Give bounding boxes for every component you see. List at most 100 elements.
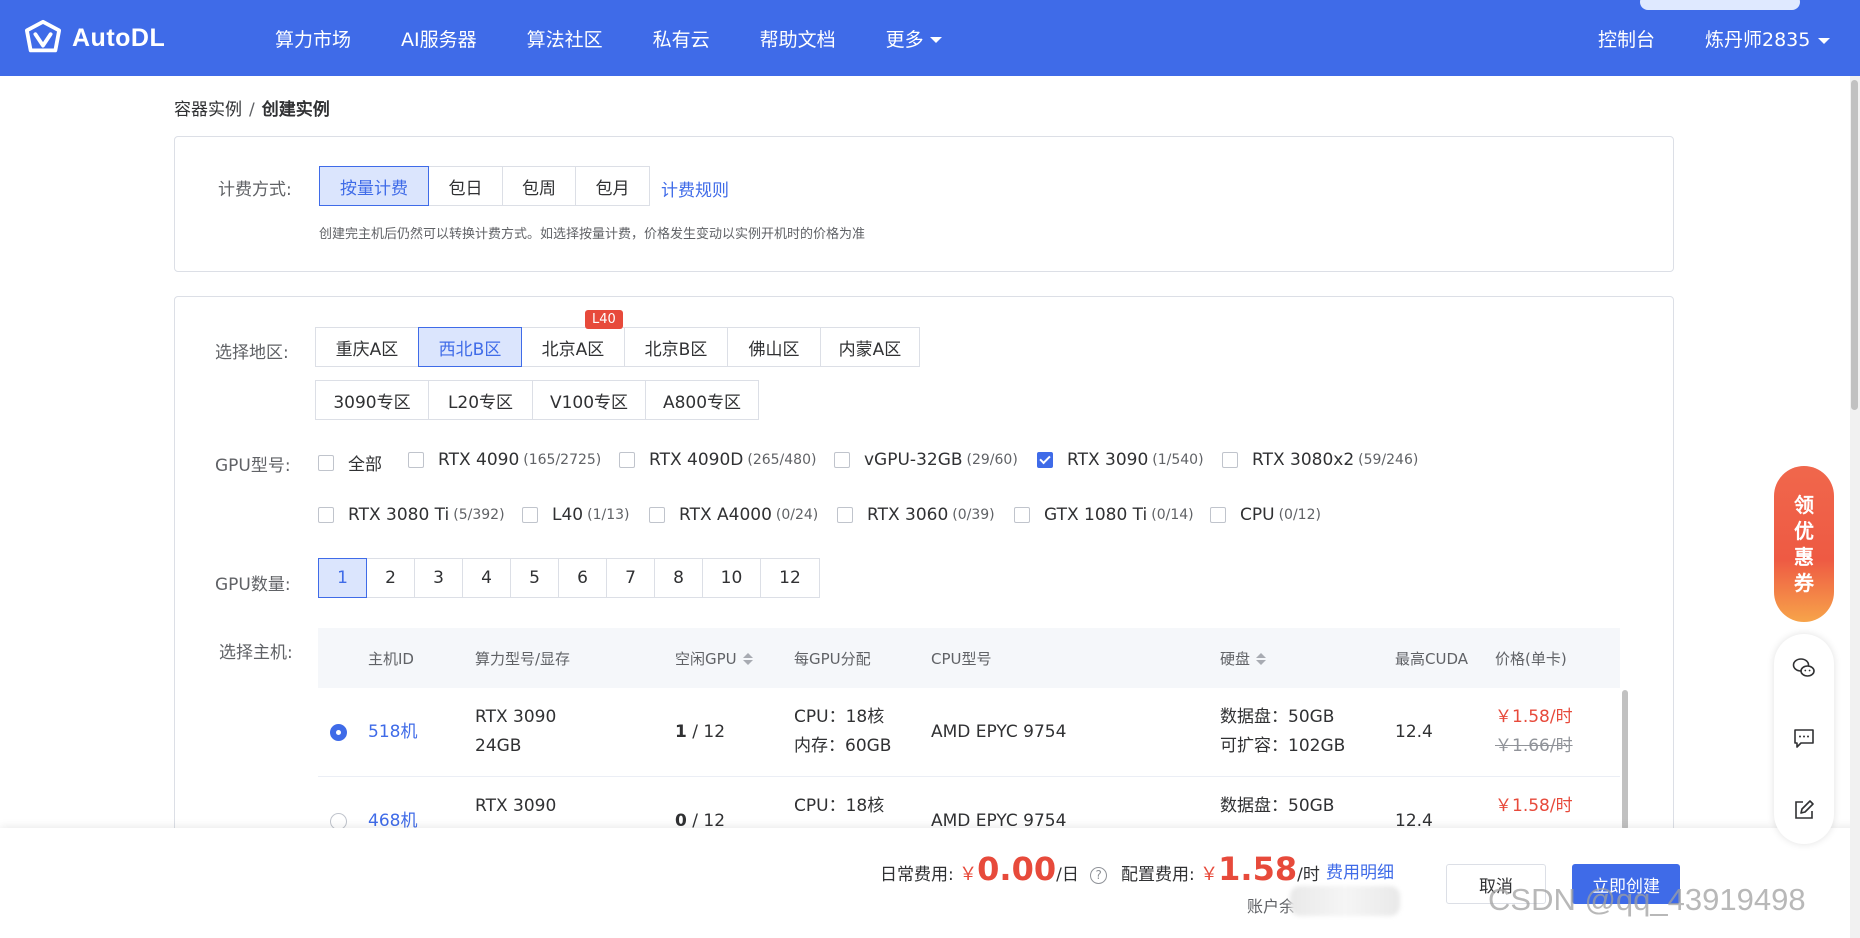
fee-detail-link[interactable]: 费用明细 <box>1326 858 1394 883</box>
edit-feedback-icon[interactable] <box>1792 798 1816 822</box>
billing-rules-link[interactable]: 计费规则 <box>661 176 729 201</box>
host-radio-selected[interactable] <box>330 724 347 741</box>
gpu-count-1[interactable]: 1 <box>318 558 367 598</box>
region-v100-zone[interactable]: V100专区 <box>532 380 646 420</box>
gpu-count-options: 1 2 3 4 5 6 7 8 10 12 <box>318 558 820 598</box>
nav-ai-server[interactable]: AI服务器 <box>401 25 477 52</box>
gpu-count-label: GPU数量: <box>215 575 291 595</box>
gpu-count-7[interactable]: 7 <box>606 558 655 598</box>
table-scrollbar[interactable] <box>1622 690 1628 830</box>
gpu-option-gtx1080ti[interactable]: GTX 1080 Ti (0/14) <box>1014 505 1194 525</box>
checkbox[interactable] <box>619 452 635 468</box>
checkbox[interactable] <box>837 507 853 523</box>
page-scrollbar-thumb[interactable] <box>1851 80 1858 410</box>
gpu-option-rtx3080ti[interactable]: RTX 3080 Ti (5/392) <box>318 505 505 525</box>
region-neimeng-a[interactable]: 内蒙A区 <box>820 327 920 367</box>
gpu-name: RTX 3060 <box>867 505 949 525</box>
gpu-option-all[interactable]: 全部 <box>318 450 382 475</box>
config-fee-unit: /时 <box>1297 865 1320 885</box>
checkbox[interactable] <box>522 507 538 523</box>
checkbox[interactable] <box>318 507 334 523</box>
user-menu[interactable]: 炼丹师2835 <box>1705 25 1830 52</box>
col-free-gpu[interactable]: 空闲GPU <box>675 648 753 669</box>
message-icon[interactable] <box>1792 726 1816 750</box>
gpu-option-rtx4090[interactable]: RTX 4090 (165/2725) <box>408 450 601 470</box>
gpu-option-rtx3090[interactable]: RTX 3090 (1/540) <box>1037 450 1204 470</box>
checkbox[interactable] <box>1222 452 1238 468</box>
col-cpu-model: CPU型号 <box>931 650 992 668</box>
checkbox[interactable] <box>408 452 424 468</box>
col-model: 算力型号/显存 <box>475 650 571 668</box>
gpu-count: (1/540) <box>1152 452 1204 468</box>
checkbox[interactable] <box>1210 507 1226 523</box>
gpu-option-rtx3060[interactable]: RTX 3060 (0/39) <box>837 505 995 525</box>
host-cpu-model: AMD EPYC 9754 <box>931 722 1067 742</box>
nav-more-dropdown[interactable]: 更多 <box>886 25 942 52</box>
gpu-name: CPU <box>1240 505 1275 525</box>
gpu-count-5[interactable]: 5 <box>510 558 559 598</box>
page-scrollbar[interactable] <box>1850 76 1860 938</box>
daily-fee: 日常费用: ￥0.00/日 ? <box>880 850 1108 888</box>
gpu-count-2[interactable]: 2 <box>366 558 415 598</box>
col-disk[interactable]: 硬盘 <box>1220 648 1267 669</box>
breadcrumb-parent[interactable]: 容器实例 <box>174 100 242 120</box>
gpu-count-10[interactable]: 10 <box>702 558 761 598</box>
gpu-option-rtx3080x2[interactable]: RTX 3080x2 (59/246) <box>1222 450 1418 470</box>
checkbox[interactable] <box>649 507 665 523</box>
table-row[interactable]: 518机 RTX 3090 24GB 1 / 12 CPU：18核 内存：60G… <box>318 688 1620 777</box>
sort-icon[interactable] <box>1256 652 1267 665</box>
daily-fee-label: 日常费用: <box>880 865 954 885</box>
gpu-count-4[interactable]: 4 <box>462 558 511 598</box>
region-a800-zone[interactable]: A800专区 <box>645 380 759 420</box>
checkbox[interactable] <box>1014 507 1030 523</box>
logo-text: AutoDL <box>72 23 166 52</box>
autodl-logo[interactable]: AutoDL <box>24 18 165 58</box>
region-3090-zone[interactable]: 3090专区 <box>315 380 429 420</box>
gpu-name: GTX 1080 Ti <box>1044 505 1148 525</box>
free-count: 1 <box>675 722 687 742</box>
sort-icon[interactable] <box>742 652 753 665</box>
gpu-count: (5/392) <box>453 507 505 523</box>
gpu-option-rtx4090d[interactable]: RTX 4090D (265/480) <box>619 450 816 470</box>
nav-private-cloud[interactable]: 私有云 <box>653 25 710 52</box>
nav-algorithm-community[interactable]: 算法社区 <box>527 25 603 52</box>
region-beijing-b[interactable]: 北京B区 <box>624 327 728 367</box>
host-free-gpu: 1 / 12 <box>675 718 725 747</box>
gpu-option-cpu[interactable]: CPU (0/12) <box>1210 505 1321 525</box>
region-northwest-b[interactable]: 西北B区 <box>418 327 522 367</box>
breadcrumb-separator: / <box>249 100 255 120</box>
billing-option-pay-as-you-go[interactable]: 按量计费 <box>319 166 429 206</box>
coupon-button[interactable]: 领 优 惠 券 <box>1774 466 1834 622</box>
host-price: ￥1.58/时 <box>1495 796 1573 816</box>
col-disk-label: 硬盘 <box>1220 650 1251 668</box>
console-link[interactable]: 控制台 <box>1598 25 1655 52</box>
nav-compute-market[interactable]: 算力市场 <box>275 25 351 52</box>
region-chongqing-a[interactable]: 重庆A区 <box>315 327 419 367</box>
nav-help-docs[interactable]: 帮助文档 <box>760 25 836 52</box>
gpu-count-6[interactable]: 6 <box>558 558 607 598</box>
gpu-count-12[interactable]: 12 <box>760 558 820 598</box>
wechat-icon[interactable] <box>1792 656 1816 680</box>
gpu-count-8[interactable]: 8 <box>654 558 703 598</box>
gpu-option-rtxa4000[interactable]: RTX A4000 (0/24) <box>649 505 818 525</box>
host-price: ￥1.58/时 <box>1495 707 1573 727</box>
billing-option-daily[interactable]: 包日 <box>428 166 503 206</box>
host-disk: 数据盘：50GB <box>1220 707 1335 727</box>
checkbox[interactable] <box>318 454 334 471</box>
region-beijing-a[interactable]: 北京A区 <box>521 327 625 367</box>
region-l20-zone[interactable]: L20专区 <box>428 380 533 420</box>
checkbox[interactable] <box>834 452 850 468</box>
gpu-option-l40[interactable]: L40 (1/13) <box>522 505 629 525</box>
region-foshan[interactable]: 佛山区 <box>727 327 821 367</box>
checkbox-checked[interactable] <box>1037 452 1053 468</box>
gpu-count-3[interactable]: 3 <box>414 558 463 598</box>
billing-option-monthly[interactable]: 包月 <box>575 166 650 206</box>
gpu-option-vgpu32[interactable]: vGPU-32GB (29/60) <box>834 450 1018 470</box>
host-disk-ext: 可扩容：102GB <box>1220 736 1346 756</box>
main-nav: 算力市场 AI服务器 算法社区 私有云 帮助文档 更多 <box>275 0 992 76</box>
help-icon[interactable]: ? <box>1090 866 1108 884</box>
currency-symbol: ￥ <box>959 864 978 885</box>
host-id[interactable]: 518机 <box>368 718 417 747</box>
billing-option-weekly[interactable]: 包周 <box>502 166 576 206</box>
region-label: 选择地区: <box>215 343 289 363</box>
